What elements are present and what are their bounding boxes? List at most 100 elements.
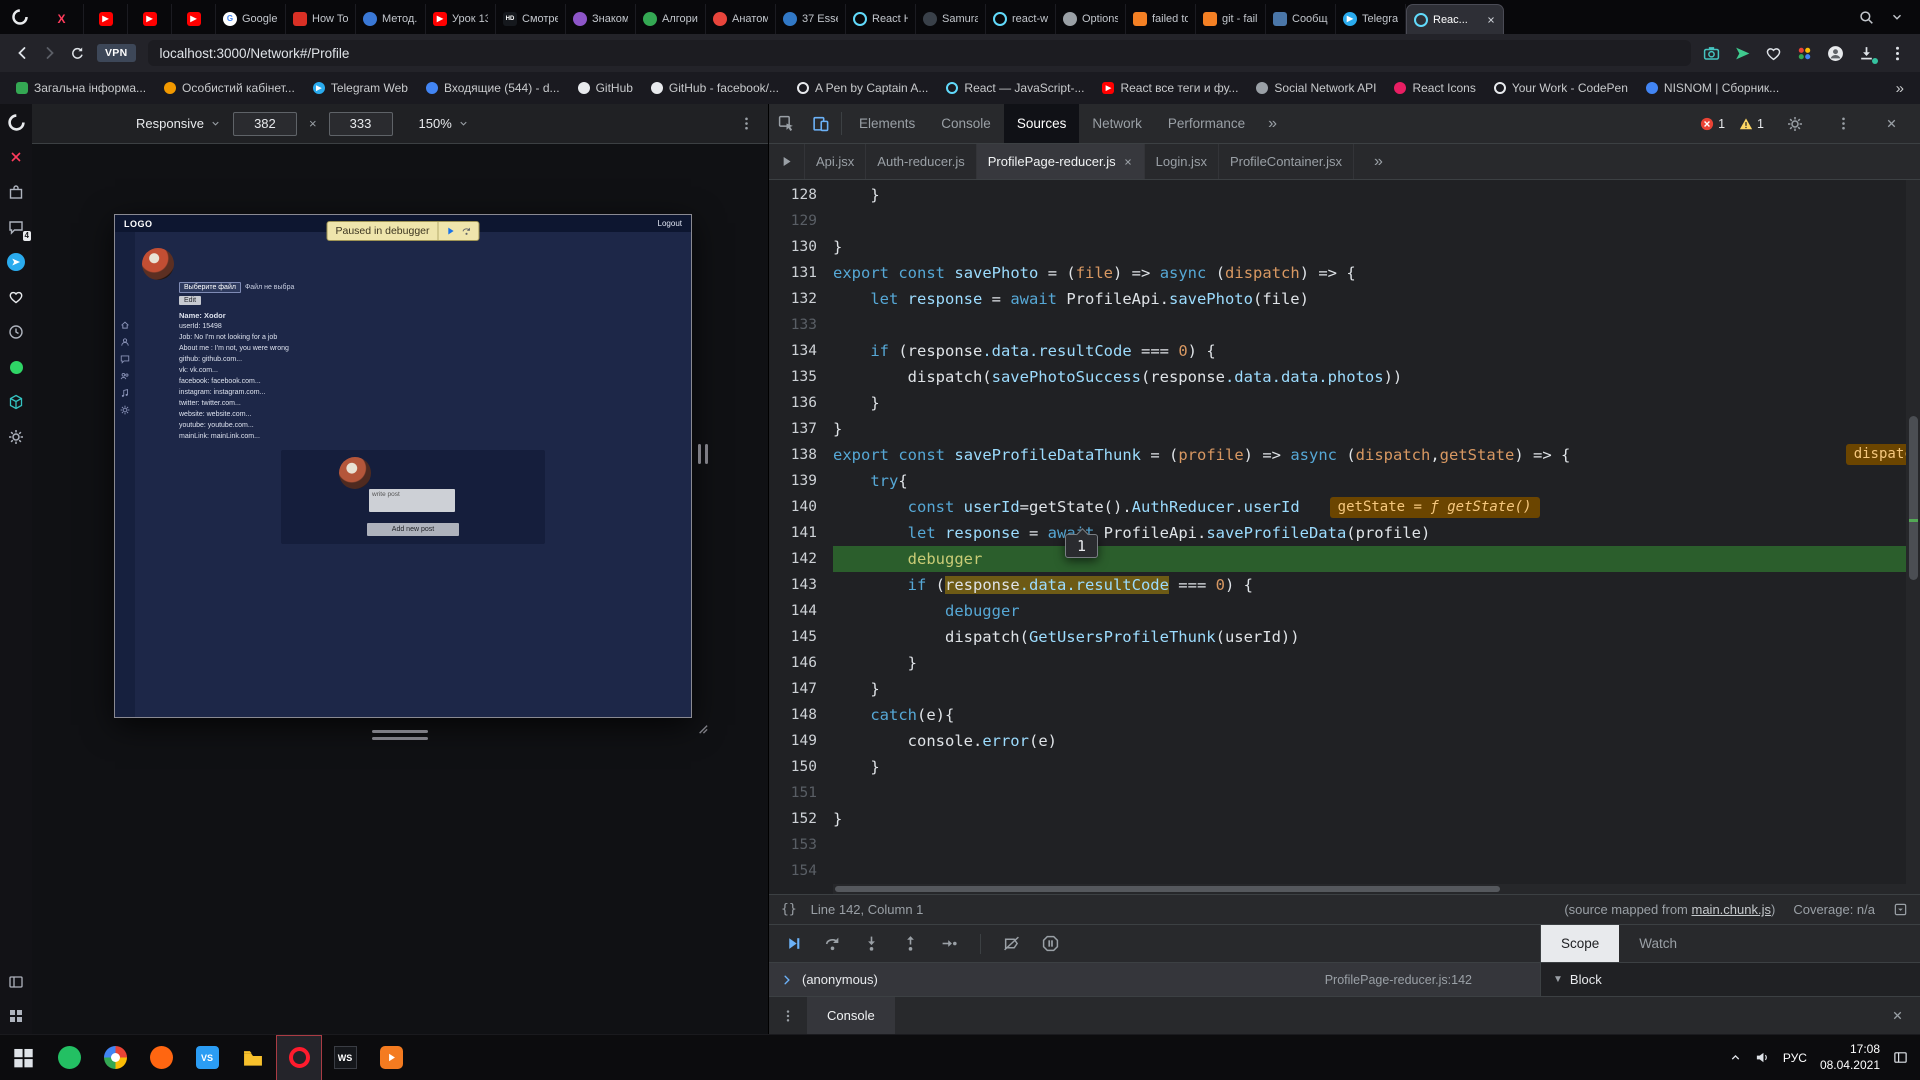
resize-corner[interactable] [694, 720, 709, 735]
callstack-frame[interactable]: (anonymous) ProfilePage-reducer.js:142 [769, 963, 1540, 996]
code-line[interactable]: 134 if (response.data.resultCode === 0) … [769, 338, 1920, 364]
code-line[interactable]: 130} [769, 234, 1920, 260]
bookmark-item[interactable]: GitHub [578, 81, 633, 95]
browser-tab[interactable]: Анатом... [706, 4, 776, 34]
bookmark-item[interactable]: Your Work - CodePen [1494, 81, 1628, 95]
code-line[interactable]: 140 const userId=getState().AuthReducer.… [769, 494, 1920, 520]
line-number[interactable]: 147 [769, 676, 833, 702]
warning-badge[interactable]: 1 [1739, 117, 1764, 131]
home-icon[interactable] [120, 320, 130, 330]
code-line[interactable]: 150 } [769, 754, 1920, 780]
bookmark-item[interactable]: ▶Telegram Web [313, 81, 408, 95]
volume-icon[interactable] [1755, 1050, 1770, 1065]
gx-menu-button[interactable] [0, 0, 40, 34]
code-line[interactable]: 144 debugger [769, 598, 1920, 624]
step-button[interactable] [941, 935, 958, 952]
add-post-button[interactable]: Add new post [367, 523, 459, 536]
pause-on-exceptions-button[interactable] [1042, 935, 1059, 952]
file-input-button[interactable]: Выберите файл [179, 282, 241, 293]
devtools-close-icon[interactable] [1874, 117, 1908, 130]
history-icon[interactable] [6, 322, 26, 342]
taskbar-icon-player[interactable] [368, 1035, 414, 1080]
step-into-button[interactable] [863, 935, 880, 952]
url-field[interactable]: localhost:3000/Network#/Profile [148, 40, 1692, 66]
heart-icon[interactable] [6, 287, 26, 307]
language-indicator[interactable]: РУС [1783, 1051, 1807, 1065]
code-line[interactable]: 152} [769, 806, 1920, 832]
app-settings-icon[interactable] [120, 405, 130, 415]
line-number[interactable]: 152 [769, 806, 833, 832]
line-number[interactable]: 143 [769, 572, 833, 598]
bookmarks-overflow-icon[interactable]: » [1886, 80, 1904, 97]
gx-logo-icon[interactable] [6, 112, 26, 132]
resize-handle-bottom[interactable] [372, 730, 428, 740]
file-tab[interactable]: ProfileContainer.jsx [1219, 144, 1354, 179]
line-number[interactable]: 151 [769, 780, 833, 806]
tab-elements[interactable]: Elements [846, 104, 928, 143]
error-badge[interactable]: 1 [1700, 117, 1725, 131]
browser-tab[interactable]: React Ho... [846, 4, 916, 34]
line-number[interactable]: 133 [769, 312, 833, 338]
code-line[interactable]: 143 if (response.data.resultCode === 0) … [769, 572, 1920, 598]
bookmark-item[interactable]: Social Network API [1256, 81, 1376, 95]
taskbar-icon-opera[interactable] [276, 1035, 322, 1080]
tab-watch[interactable]: Watch [1619, 925, 1697, 962]
code-line[interactable]: 133 [769, 312, 1920, 338]
scope-block-expander[interactable]: ▼ [1553, 974, 1563, 985]
bottom-grid-icon[interactable] [6, 1006, 26, 1026]
reload-icon[interactable] [70, 46, 85, 61]
tray-expand-icon[interactable] [1729, 1051, 1742, 1064]
settings-gear-icon[interactable] [1778, 116, 1812, 132]
browser-tab[interactable]: Знаком... [566, 4, 636, 34]
bookmark-item[interactable]: ▶React все теги и фу... [1102, 81, 1238, 95]
forward-icon[interactable] [42, 45, 58, 61]
browser-tab[interactable]: Samurai... [916, 4, 986, 34]
x-app-icon[interactable] [6, 147, 26, 167]
more-file-tabs-icon[interactable]: » [1360, 144, 1397, 179]
bag-icon[interactable] [6, 182, 26, 202]
file-tab[interactable]: Api.jsx [805, 144, 866, 179]
code-line[interactable]: 131export const savePhoto = (file) => as… [769, 260, 1920, 286]
line-number[interactable]: 135 [769, 364, 833, 390]
edit-button[interactable]: Edit [179, 296, 201, 305]
bookmark-item[interactable]: Загальна інформа... [16, 81, 146, 95]
vpn-badge[interactable]: VPN [97, 44, 136, 62]
drawer-close-icon[interactable] [1891, 997, 1920, 1034]
taskbar-icon-explorer[interactable] [230, 1035, 276, 1080]
resume-button[interactable] [785, 935, 802, 952]
responsive-select[interactable]: Responsive [136, 116, 221, 131]
bookmark-item[interactable]: React — JavaScript-... [946, 81, 1084, 95]
line-number[interactable]: 146 [769, 650, 833, 676]
profile-avatar-icon[interactable] [1827, 45, 1844, 62]
browser-tab[interactable]: Метод... [356, 4, 426, 34]
users-icon[interactable] [120, 371, 130, 381]
app-logout-link[interactable]: Logout [658, 219, 682, 228]
line-number[interactable]: 142 [769, 546, 833, 572]
code-line[interactable]: 147 } [769, 676, 1920, 702]
format-icon[interactable]: {} [781, 902, 797, 917]
banner-resume-icon[interactable] [446, 226, 456, 236]
code-line[interactable]: 148 catch(e){ [769, 702, 1920, 728]
snapshot-camera-icon[interactable] [1703, 45, 1720, 62]
file-tab[interactable]: Auth-reducer.js [866, 144, 976, 179]
code-line[interactable]: 141 let response = await ProfileApi.save… [769, 520, 1920, 546]
bookmark-item[interactable]: React Icons [1394, 81, 1475, 95]
more-tabs-icon[interactable]: » [1258, 104, 1287, 143]
code-line[interactable]: 137} [769, 416, 1920, 442]
line-number[interactable]: 134 [769, 338, 833, 364]
bookmark-item[interactable]: GitHub - facebook/... [651, 81, 779, 95]
editor-hscrollbar[interactable] [833, 884, 1906, 894]
code-line[interactable]: 128 } [769, 182, 1920, 208]
code-line[interactable]: 139 try{ [769, 468, 1920, 494]
inspect-icon[interactable] [769, 104, 803, 143]
line-number[interactable]: 138 [769, 442, 833, 468]
code-editor[interactable]: 128 }129130}131export const savePhoto = … [769, 180, 1920, 894]
dialogs-icon[interactable] [120, 354, 130, 364]
panel-toggle-icon[interactable] [6, 972, 26, 992]
line-number[interactable]: 129 [769, 208, 833, 234]
browser-tab[interactable]: HDСмотре... [496, 4, 566, 34]
browser-tab[interactable]: Алгорит... [636, 4, 706, 34]
browser-tab[interactable]: ▶ [84, 4, 128, 34]
height-input[interactable]: 333 [329, 112, 393, 136]
settings-icon[interactable] [6, 427, 26, 447]
